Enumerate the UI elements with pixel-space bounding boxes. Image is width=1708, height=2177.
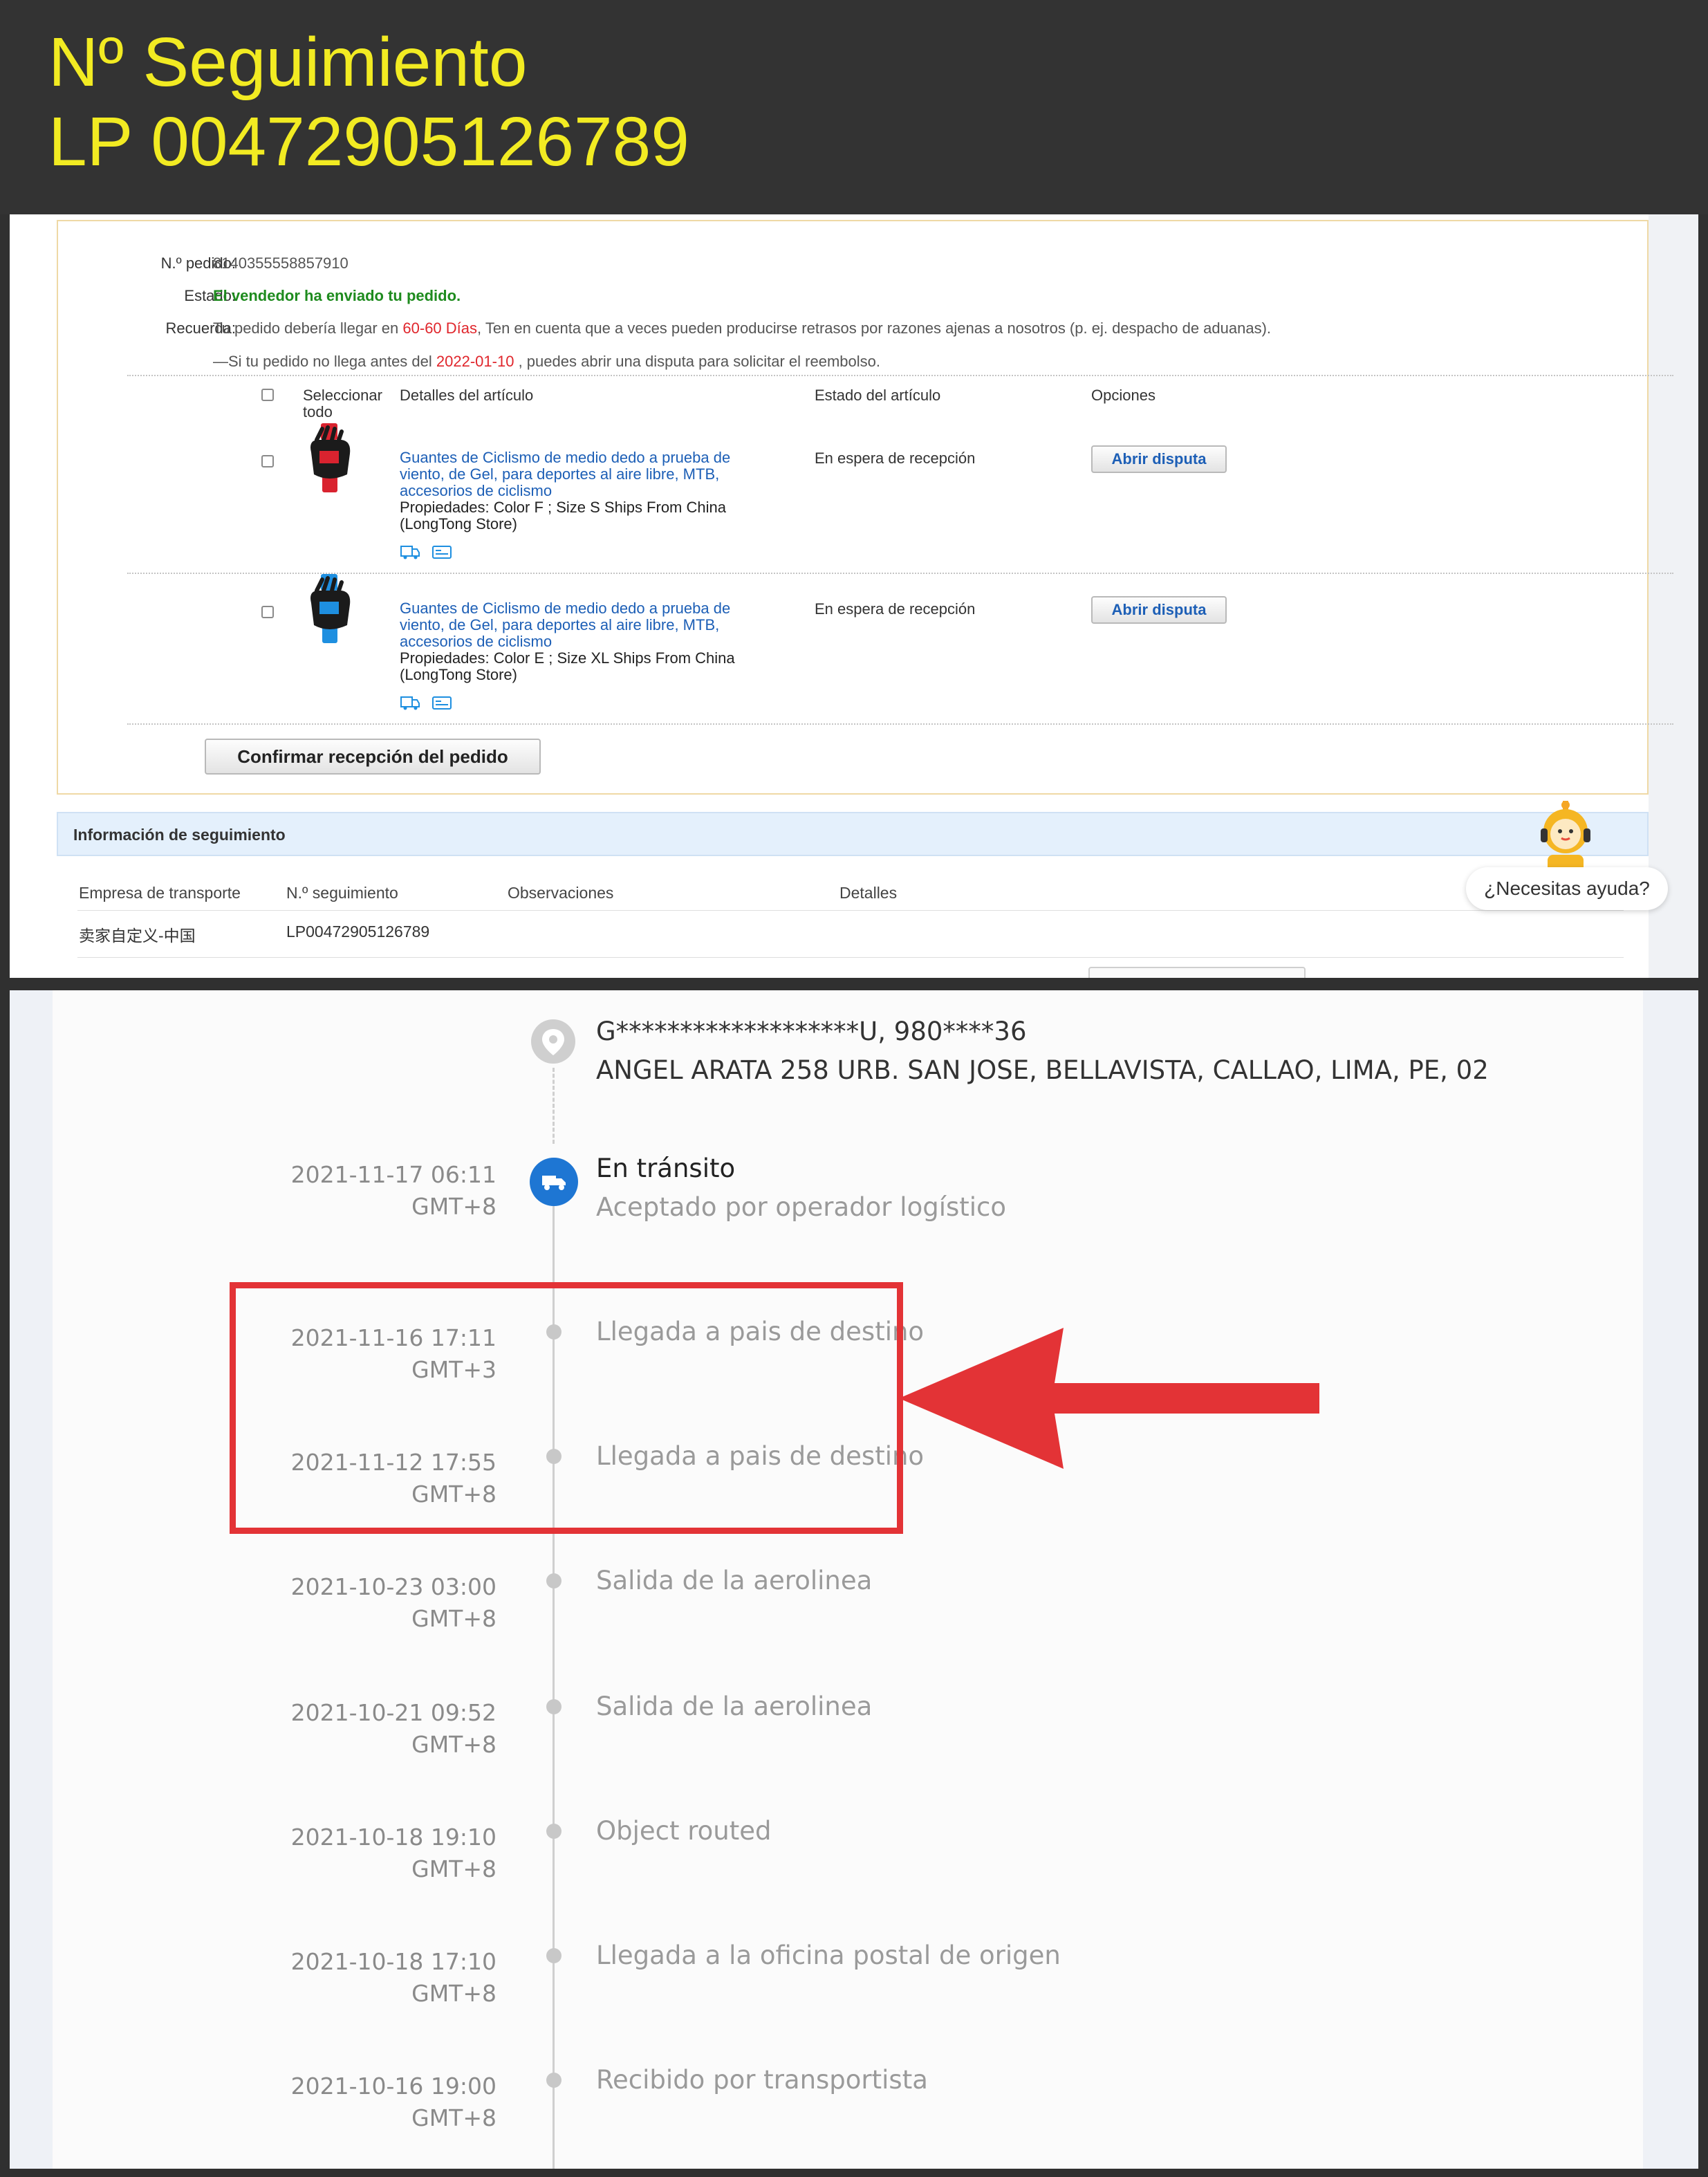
- divider: [127, 723, 1673, 725]
- product-title-link[interactable]: Guantes de Ciclismo de medio dedo a prue…: [400, 450, 773, 499]
- dispute-note: —Si tu pedido no llega antes del 2022-01…: [213, 353, 880, 371]
- order-status-label: Estado:: [184, 287, 236, 304]
- order-number-value: 8140355558857910: [213, 254, 349, 272]
- help-assistant-icon[interactable]: [1531, 801, 1600, 873]
- carrier-column-header: Empresa de transporte: [79, 884, 241, 902]
- event-dot: [546, 1699, 561, 1714]
- divider: [77, 957, 1624, 958]
- event-dot: [546, 2073, 561, 2088]
- tracking-timeline-screenshot: G*******************U, 980****36 ANGEL A…: [10, 990, 1698, 2169]
- divider: [127, 375, 1673, 376]
- shipping-icon[interactable]: [400, 694, 420, 711]
- event-time: 2021-10-18 17:10 GMT+8: [290, 1948, 496, 2007]
- order-number-label: N.º pedido:: [160, 254, 236, 272]
- tracking-number-column-header: N.º seguimiento: [286, 884, 398, 902]
- item-status: En espera de recepción: [815, 450, 976, 467]
- confirm-receipt-button[interactable]: Confirmar recepción del pedido: [205, 739, 541, 775]
- divider: [127, 573, 1673, 574]
- carrier-value: 卖家自定义-中国: [79, 927, 196, 945]
- truck-icon: [542, 1176, 566, 1190]
- recipient-address: ANGEL ARATA 258 URB. SAN JOSE, BELLAVIST…: [596, 1055, 1489, 1085]
- details-button[interactable]: [1088, 967, 1306, 978]
- order-status-value: El vendedor ha enviado tu pedido.: [213, 287, 461, 304]
- product-thumbnail[interactable]: [301, 423, 357, 492]
- event-time: 2021-11-17 06:11 GMT+8: [290, 1161, 496, 1220]
- delivery-days: 60-60 Días: [402, 319, 478, 337]
- details-column-header: Detalles del artículo: [400, 387, 534, 404]
- event-dot: [546, 1573, 561, 1588]
- item-status: En espera de recepción: [815, 600, 976, 618]
- event-title: Salida de la aerolinea: [596, 1566, 873, 1595]
- reminder-label: Recuerda:: [165, 319, 236, 337]
- event-time: 2021-10-18 19:10 GMT+8: [290, 1824, 496, 1882]
- title-banner: Nº Seguimiento LP 00472905126789: [0, 0, 1708, 214]
- product-properties: Propiedades: Color F ; Size S Ships From…: [400, 499, 726, 532]
- current-event-subtitle: Aceptado por operador logístico: [596, 1192, 1007, 1222]
- item-checkbox[interactable]: [261, 455, 274, 467]
- snapshot-icon[interactable]: [431, 694, 452, 711]
- location-pin-icon: [531, 1019, 575, 1064]
- state-column-header: Estado del artículo: [815, 387, 941, 404]
- event-dot: [546, 1948, 561, 1963]
- event-title: Object routed: [596, 1816, 772, 1846]
- event-dot: [546, 1824, 561, 1839]
- shipping-icon[interactable]: [400, 544, 420, 560]
- reminder-part1: Tu pedido debería llegar en: [213, 319, 399, 337]
- tracking-info-header: Información de seguimiento: [57, 812, 1649, 856]
- item-checkbox[interactable]: [261, 606, 274, 618]
- select-all-checkbox[interactable]: [261, 389, 274, 401]
- page-margin: [1649, 214, 1698, 978]
- in-transit-status-dot: [530, 1158, 578, 1206]
- banner-tracking-number: LP 00472905126789: [48, 103, 689, 180]
- snapshot-icon[interactable]: [431, 544, 452, 560]
- product-thumbnail[interactable]: [301, 574, 357, 643]
- reminder-text: Tu pedido debería llegar en 60-60 Días, …: [213, 319, 1271, 337]
- current-event-title: En tránsito: [596, 1154, 736, 1183]
- recipient-name: G*******************U, 980****36: [596, 1017, 1027, 1046]
- event-time: 2021-10-21 09:52 GMT+8: [290, 1699, 496, 1758]
- timeline-panel: G*******************U, 980****36 ANGEL A…: [53, 990, 1643, 2169]
- divider: [77, 910, 1624, 911]
- product-properties: Propiedades: Color E ; Size XL Ships Fro…: [400, 649, 735, 683]
- open-dispute-button[interactable]: Abrir disputa: [1091, 445, 1227, 473]
- help-button[interactable]: ¿Necesitas ayuda?: [1466, 867, 1668, 910]
- dispute-part1: —Si tu pedido no llega antes del: [213, 353, 432, 370]
- red-arrow-icon: [899, 1328, 1319, 1469]
- reminder-part2: , Ten en cuenta que a veces pueden produ…: [477, 319, 1272, 337]
- product-title-link[interactable]: Guantes de Ciclismo de medio dedo a prue…: [400, 600, 773, 650]
- notes-column-header: Observaciones: [508, 884, 614, 902]
- event-title: Recibido por transportista: [596, 2065, 928, 2095]
- dispute-part2: , puedes abrir una disputa para solicita…: [518, 353, 880, 370]
- highlight-box: [230, 1282, 903, 1534]
- banner-title: Nº Seguimiento: [48, 24, 528, 101]
- dispute-date: 2022-01-10: [436, 353, 514, 370]
- timeline-connector: [553, 1068, 555, 1144]
- options-column-header: Opciones: [1091, 387, 1155, 404]
- order-screenshot: N.º pedido: 8140355558857910 Estado: El …: [10, 214, 1698, 978]
- event-time: 2021-10-16 19:00 GMT+8: [290, 2073, 496, 2131]
- event-time: 2021-10-23 03:00 GMT+8: [290, 1573, 496, 1632]
- event-title: Salida de la aerolinea: [596, 1692, 873, 1721]
- details-column-header: Detalles: [839, 884, 898, 902]
- tracking-number-value: LP00472905126789: [286, 923, 430, 941]
- order-details-panel: N.º pedido: 8140355558857910 Estado: El …: [57, 220, 1673, 795]
- open-dispute-button[interactable]: Abrir disputa: [1091, 596, 1227, 624]
- select-all-label: Seleccionar todo: [303, 387, 382, 420]
- tracking-info-title: Información de seguimiento: [73, 826, 286, 844]
- event-title: Llegada a la oficina postal de origen: [596, 1940, 1061, 1970]
